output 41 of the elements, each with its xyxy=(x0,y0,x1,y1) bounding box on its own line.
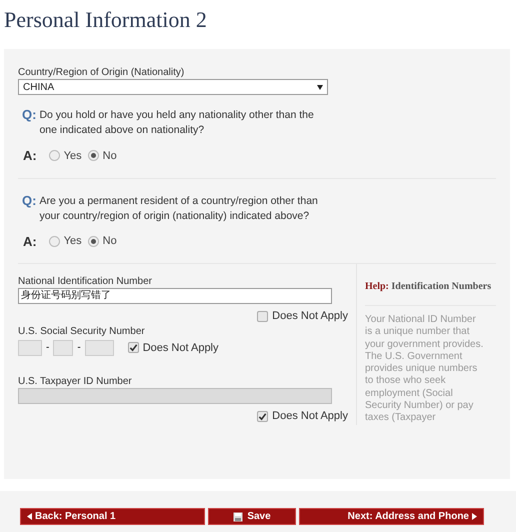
checkbox[interactable] xyxy=(257,410,268,422)
question-marker: Q: xyxy=(22,107,36,124)
radio-button[interactable] xyxy=(48,150,60,162)
next-button[interactable]: Next: Address and Phone xyxy=(299,508,484,525)
question-marker: Q: xyxy=(22,192,36,210)
checkbox-label: Does Not Apply xyxy=(272,309,348,324)
page-title: Personal Information 2 xyxy=(3,6,208,34)
separator: - xyxy=(45,341,50,356)
save-button[interactable]: Save xyxy=(208,508,296,525)
question-text: Do you hold or have you held any nationality other than the one indicated above on nationality? xyxy=(39,108,315,138)
field-label: U.S. Taxpayer ID Number xyxy=(18,376,133,388)
question-text: Are you a permanent resident of a country/region other than your country/region of origin (nationality) indicated above? xyxy=(39,194,319,224)
radio-label: No xyxy=(102,234,117,249)
ssn-field[interactable] xyxy=(53,340,74,356)
ssn-field[interactable] xyxy=(18,340,42,356)
field-label: U.S. Social Security Number xyxy=(18,326,146,338)
radio-label: Yes xyxy=(64,234,82,249)
left-arrow-icon xyxy=(27,513,32,520)
field-label: Country/Region of Origin (Nationality) xyxy=(18,67,186,79)
field-label: National Identification Number xyxy=(18,276,153,288)
right-arrow-icon xyxy=(472,513,477,520)
checkbox-label: Does Not Apply xyxy=(272,409,348,424)
taxpayer-id-field[interactable] xyxy=(18,388,332,404)
nationality-dropdown[interactable]: CHINA xyxy=(18,79,328,95)
dropdown-caret-icon xyxy=(317,84,323,90)
radio-button[interactable] xyxy=(48,236,60,247)
answer-marker: A: xyxy=(23,147,37,165)
radio-label: Yes xyxy=(64,148,82,164)
national-id-field[interactable]: 身份证号码别写错了 xyxy=(18,288,332,304)
radio-button[interactable] xyxy=(88,236,99,247)
separator: - xyxy=(76,341,82,356)
radio-button[interactable] xyxy=(88,150,99,162)
help-text: Your National ID Number is a unique number that your government provides. The U.S. Government provides unique numbers to those who seek employment (Social Security Number) or pay taxes (Taxpayer xyxy=(365,314,484,425)
checkbox-label: Does Not Apply xyxy=(142,340,219,356)
answer-marker: A: xyxy=(23,232,37,250)
ssn-field[interactable] xyxy=(84,340,114,356)
help-title: Help: Identification Numbers xyxy=(365,280,496,306)
checkbox[interactable] xyxy=(257,310,268,322)
radio-label: No xyxy=(102,148,117,164)
back-button[interactable]: Back: Personal 1 xyxy=(20,508,205,525)
checkbox[interactable] xyxy=(128,342,139,354)
